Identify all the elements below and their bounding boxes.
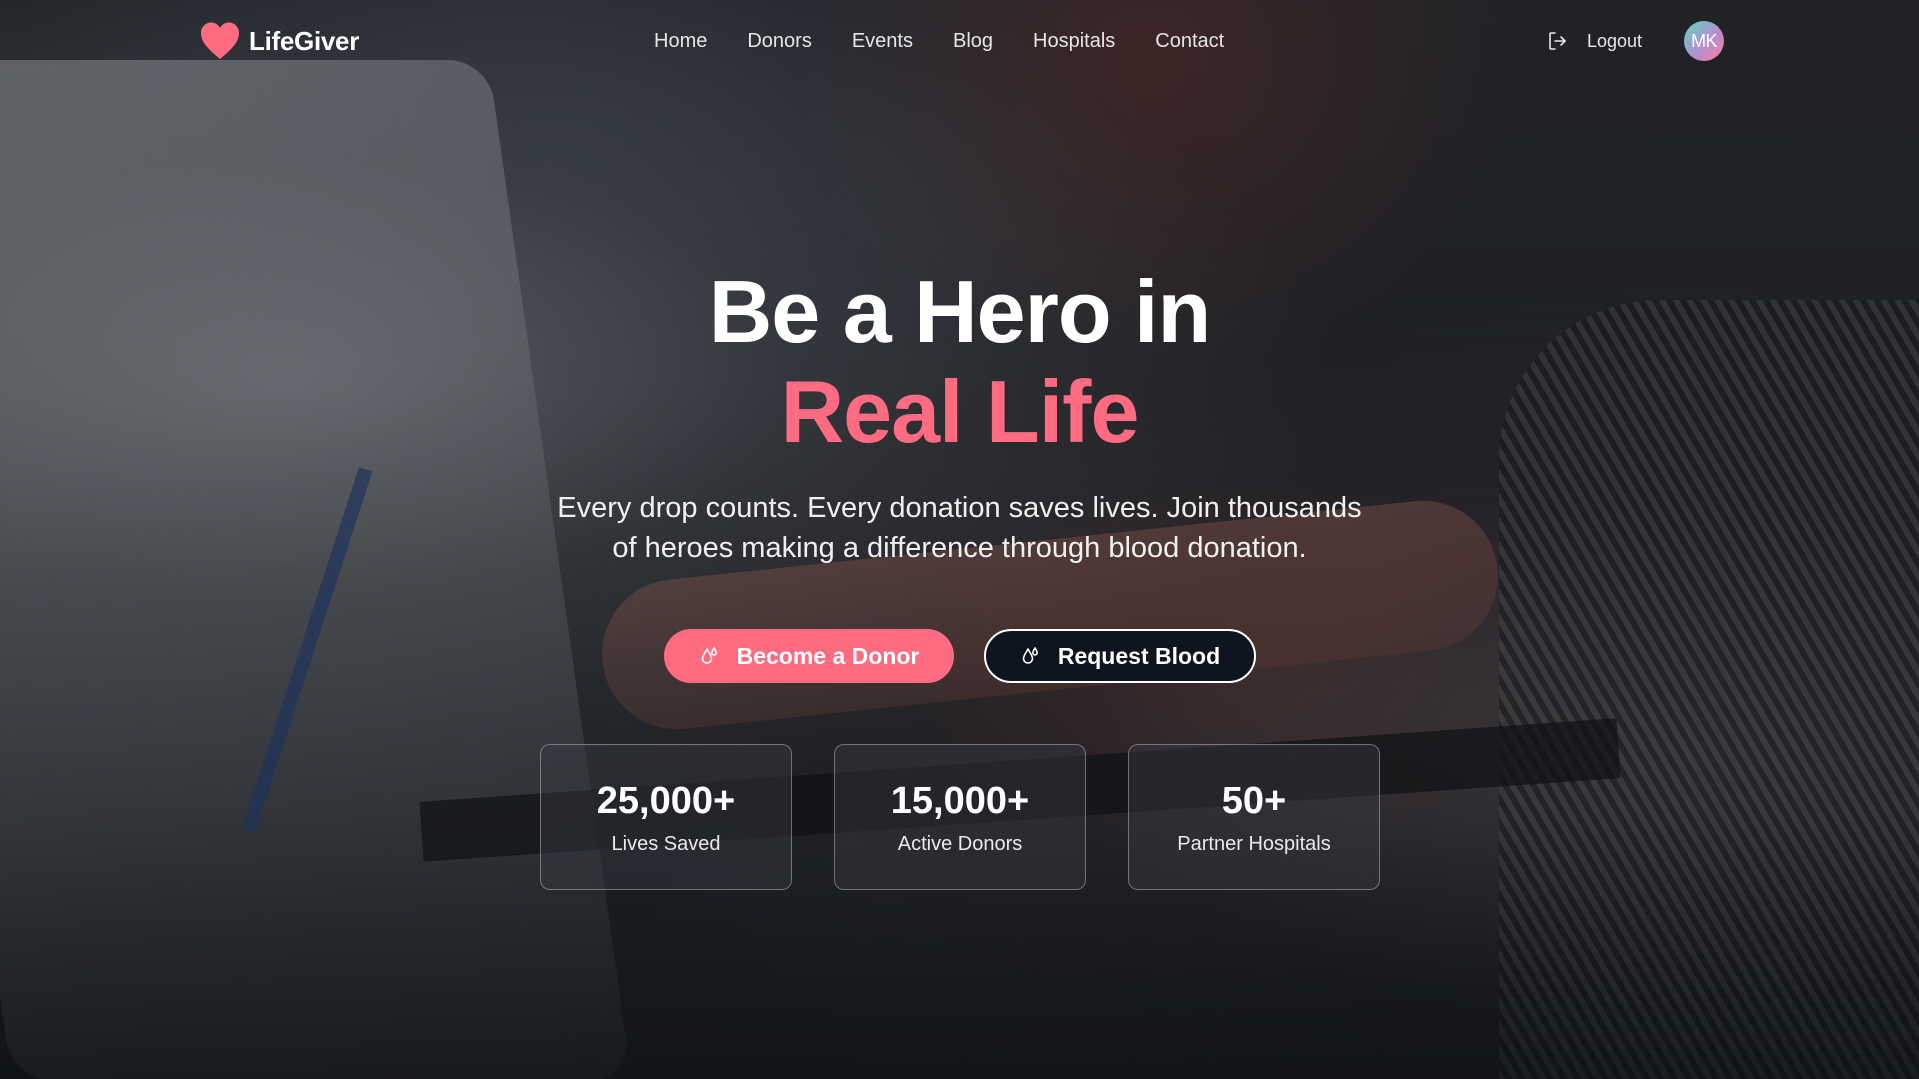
logout-icon[interactable] <box>1547 30 1569 52</box>
stat-value: 25,000+ <box>596 780 736 822</box>
blood-drop-icon <box>1020 645 1042 667</box>
stat-value: 50+ <box>1221 780 1287 822</box>
top-navbar: LifeGiver Home Donors Events Blog Hospit… <box>0 0 1919 82</box>
stat-card-partner-hospitals: 50+ Partner Hospitals <box>1128 744 1380 890</box>
stats-row: 25,000+ Lives Saved 15,000+ Active Donor… <box>540 744 1422 890</box>
brand-logo[interactable]: LifeGiver <box>199 20 359 62</box>
request-blood-button[interactable]: Request Blood <box>984 629 1256 683</box>
user-menu: Logout MK <box>1547 20 1725 62</box>
hero-subtitle: Every drop counts. Every donation saves … <box>557 492 1362 564</box>
blood-drop-icon <box>699 645 721 667</box>
nav-link-contact[interactable]: Contact <box>1155 26 1224 56</box>
landing-page: LifeGiver Home Donors Events Blog Hospit… <box>0 0 1919 1079</box>
nav-link-events[interactable]: Events <box>852 26 913 56</box>
heart-icon <box>199 21 241 61</box>
become-donor-button[interactable]: Become a Donor <box>664 629 954 683</box>
stat-label: Active Donors <box>897 833 1023 855</box>
stat-label: Lives Saved <box>611 833 721 855</box>
avatar[interactable]: MK <box>1684 21 1725 61</box>
hero-title-line2: Real Life <box>780 362 1140 461</box>
nav-link-donors[interactable]: Donors <box>747 26 811 56</box>
stat-value: 15,000+ <box>890 780 1030 822</box>
brand-name: LifeGiver <box>249 25 360 56</box>
request-blood-label: Request Blood <box>1057 642 1221 669</box>
nav-link-blog[interactable]: Blog <box>953 26 993 56</box>
logout-button[interactable]: Logout <box>1587 31 1642 52</box>
cta-buttons: Become a Donor Request Blood <box>664 629 1256 683</box>
nav-link-home[interactable]: Home <box>654 26 707 56</box>
nav-link-hospitals[interactable]: Hospitals <box>1033 26 1115 56</box>
become-donor-label: Become a Donor <box>736 642 920 669</box>
stat-card-lives-saved: 25,000+ Lives Saved <box>540 744 792 890</box>
stat-card-active-donors: 15,000+ Active Donors <box>834 744 1086 890</box>
stat-label: Partner Hospitals <box>1177 833 1331 855</box>
hero-section: Be a Hero in Real Life Every drop counts… <box>0 262 1919 568</box>
hero-title-line1: Be a Hero in <box>708 262 1211 361</box>
nav-links: Home Donors Events Blog Hospitals Contac… <box>654 26 1264 56</box>
